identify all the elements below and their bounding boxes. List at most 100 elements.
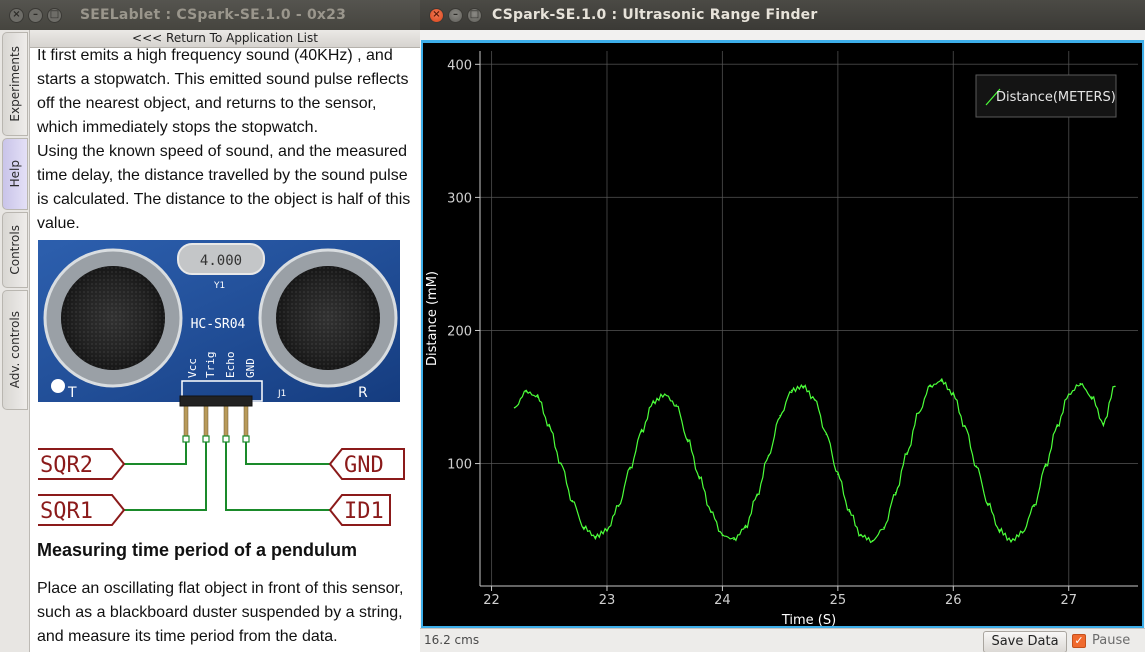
data-point [629, 468, 631, 470]
pause-checkbox[interactable]: ✓ [1072, 633, 1086, 648]
help-paragraph: Place an oscillating flat object in fron… [37, 580, 404, 645]
minimize-window-icon[interactable]: – [28, 7, 43, 23]
data-point [571, 500, 574, 502]
data-point [998, 529, 1001, 531]
connector-label-gnd: GND [344, 453, 384, 478]
data-point [848, 510, 851, 513]
data-point [964, 425, 966, 428]
return-to-app-list-link[interactable]: <<< Return To Application List [30, 30, 420, 48]
close-window-icon[interactable]: × [429, 7, 444, 23]
data-point [871, 539, 874, 542]
data-point [1091, 396, 1093, 398]
data-point [606, 529, 608, 531]
data-point [1079, 382, 1082, 385]
data-point [779, 414, 781, 417]
mount-hole [51, 379, 65, 393]
left-titlebar: × – □ SEELablet : CSpark-SE.1.0 - 0x23 [0, 0, 420, 30]
y1-label: Y1 [213, 281, 225, 291]
data-point [1067, 393, 1070, 396]
data-point [710, 510, 712, 513]
x-axis-label: Time (S) [781, 613, 836, 626]
data-point [1056, 425, 1058, 428]
save-data-button[interactable]: Save Data [983, 631, 1067, 652]
r-label: R [358, 385, 368, 401]
y-tick-label: 200 [447, 324, 472, 339]
tab-adv-controls[interactable]: Adv. controls [2, 290, 28, 410]
connector-label-sqr2: SQR2 [40, 453, 93, 478]
y-tick-label: 400 [447, 58, 472, 73]
side-tab-bar: Experiments Help Controls Adv. controls [0, 30, 30, 652]
distance-plot[interactable]: 22 23 24 25 26 27 100 200 300 400 Time (S) Distance… [421, 40, 1144, 628]
data-point [1044, 465, 1047, 468]
data-point [1114, 385, 1116, 388]
help-paragraph: It first emits a high frequency sound (4… [37, 48, 409, 136]
x-tick-label: 24 [714, 593, 731, 608]
series-line [514, 377, 1116, 544]
status-bar: 16.2 cms Save Data ✓ Pause [420, 628, 1145, 652]
crystal-label: 4.000 [200, 253, 242, 269]
data-point [975, 465, 978, 468]
data-point [640, 430, 643, 433]
maximize-window-icon[interactable]: □ [47, 7, 62, 23]
data-point [675, 404, 678, 406]
connector-label-sqr1: SQR1 [40, 499, 93, 524]
data-point [767, 454, 770, 457]
data-point [987, 502, 989, 505]
data-point [1010, 539, 1012, 542]
chart-svg[interactable]: 22 23 24 25 26 27 100 200 300 400 Time (S) Distance… [423, 43, 1142, 628]
hc-sr04-wiring-figure: 4.000 Y1 HC-SR04 Vcc Trig Echo GND J1 T … [31, 238, 410, 533]
tab-label: Experiments [8, 46, 22, 122]
pause-label: Pause [1092, 633, 1131, 648]
y-tick-label: 300 [447, 191, 472, 206]
data-point [721, 534, 724, 537]
window-title: SEELablet : CSpark-SE.1.0 - 0x23 [80, 7, 347, 23]
data-point [652, 401, 654, 404]
data-point [860, 534, 862, 537]
j1-label: J1 [277, 389, 286, 399]
data-point [825, 433, 828, 436]
data-point [906, 452, 908, 454]
y-axis-label: Distance (mM) [425, 271, 440, 366]
help-window: × – □ SEELablet : CSpark-SE.1.0 - 0x23 E… [0, 0, 420, 652]
connector-label-id1: ID1 [344, 499, 384, 524]
legend-label: Distance(METERS) [996, 90, 1116, 105]
data-point [837, 473, 839, 476]
data-point [525, 390, 527, 393]
pin-label-vcc: Vcc [186, 358, 199, 378]
close-window-icon[interactable]: × [9, 7, 24, 23]
minimize-window-icon[interactable]: – [448, 7, 463, 23]
pause-toggle[interactable]: ✓ Pause [1072, 633, 1130, 648]
tab-controls[interactable]: Controls [2, 212, 28, 288]
data-point [548, 425, 551, 428]
t-label: T [67, 385, 77, 401]
tab-label: Adv. controls [8, 311, 22, 389]
wire-echo [225, 442, 330, 511]
data-point [513, 406, 516, 409]
data-point [594, 535, 597, 538]
data-point [733, 538, 735, 541]
x-tick-label: 25 [830, 593, 847, 608]
help-document[interactable]: It first emits a high frequency sound (4… [30, 48, 420, 652]
data-point [698, 476, 701, 478]
pin-label-gnd: GND [244, 358, 257, 378]
data-point [583, 526, 585, 529]
status-text: 16.2 cms [424, 633, 480, 647]
data-point [894, 492, 897, 494]
data-point [663, 393, 666, 396]
tab-help[interactable]: Help [2, 138, 28, 210]
data-point [1102, 422, 1105, 425]
data-point [790, 389, 793, 392]
help-paragraph: Using the known speed of sound, and the … [37, 143, 411, 232]
data-point [952, 393, 955, 396]
data-point [560, 462, 562, 465]
help-heading: Measuring time period of a pendulum [37, 540, 358, 560]
tab-label: Help [8, 160, 22, 188]
range-finder-window: × – □ CSpark-SE.1.0 : Ultrasonic Range F… [420, 0, 1145, 652]
pin-label-echo: Echo [224, 352, 237, 379]
window-title: CSpark-SE.1.0 : Ultrasonic Range Finder [492, 7, 818, 23]
x-tick-label: 22 [483, 593, 500, 608]
tab-experiments[interactable]: Experiments [2, 32, 28, 136]
maximize-window-icon[interactable]: □ [467, 7, 482, 23]
sensor-diagram: 4.000 Y1 HC-SR04 Vcc Trig Echo GND J1 T … [31, 240, 405, 526]
module-label: HC-SR04 [191, 317, 246, 332]
